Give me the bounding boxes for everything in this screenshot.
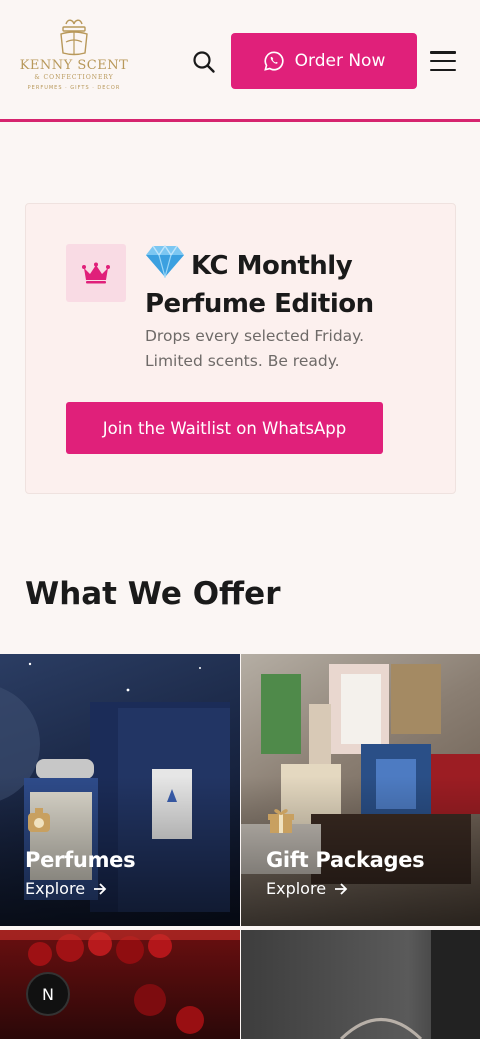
explore-label: Explore bbox=[25, 879, 86, 898]
chat-widget-button[interactable]: N bbox=[26, 972, 70, 1016]
brand-logo[interactable]: KENNY SCENT & CONFECTIONERY PERFUMES · G… bbox=[16, 18, 132, 104]
promo-title: KC Monthly Perfume Edition bbox=[145, 244, 445, 321]
explore-link[interactable]: Explore bbox=[25, 879, 107, 898]
explore-link[interactable]: Explore bbox=[266, 879, 348, 898]
hamburger-menu-icon[interactable] bbox=[428, 48, 458, 74]
crown-icon bbox=[82, 262, 110, 284]
gift-icon bbox=[266, 806, 296, 838]
order-now-label: Order Now bbox=[294, 51, 386, 71]
brand-subtitle: & CONFECTIONERY bbox=[34, 74, 114, 81]
crown-badge bbox=[66, 244, 126, 302]
what-we-offer-heading: What We Offer bbox=[25, 576, 281, 612]
explore-label: Explore bbox=[266, 879, 327, 898]
perfume-icon bbox=[25, 806, 53, 838]
tile-title: Perfumes bbox=[25, 848, 136, 872]
menu-line bbox=[430, 51, 456, 54]
menu-line bbox=[430, 59, 456, 63]
search-icon bbox=[193, 51, 215, 73]
whatsapp-icon bbox=[263, 51, 284, 71]
arrow-right-icon bbox=[94, 882, 107, 895]
monthly-edition-card: KC Monthly Perfume Edition Drops every s… bbox=[25, 203, 456, 494]
confectionery-tile[interactable] bbox=[241, 930, 480, 1039]
menu-line bbox=[430, 68, 456, 71]
perfumes-tile[interactable]: Perfumes Explore bbox=[0, 654, 240, 926]
join-waitlist-button[interactable]: Join the Waitlist on WhatsApp bbox=[66, 402, 383, 454]
brand-tagline: PERFUMES · GIFTS · DECOR bbox=[27, 85, 121, 91]
order-now-button[interactable]: Order Now bbox=[231, 33, 417, 89]
gift-perfume-logo-icon bbox=[60, 19, 88, 56]
brand-name: KENNY SCENT bbox=[19, 58, 129, 73]
tile-title: Gift Packages bbox=[266, 848, 425, 872]
tile-photo bbox=[339, 930, 480, 1039]
arrow-right-icon bbox=[335, 882, 348, 895]
promo-description: Drops every selected Friday. Limited sce… bbox=[145, 327, 365, 370]
gem-icon bbox=[145, 244, 185, 287]
gift-packages-tile[interactable]: Gift Packages Explore bbox=[241, 654, 480, 926]
site-header: KENNY SCENT & CONFECTIONERY PERFUMES · G… bbox=[0, 0, 480, 122]
search-button[interactable] bbox=[190, 48, 218, 76]
